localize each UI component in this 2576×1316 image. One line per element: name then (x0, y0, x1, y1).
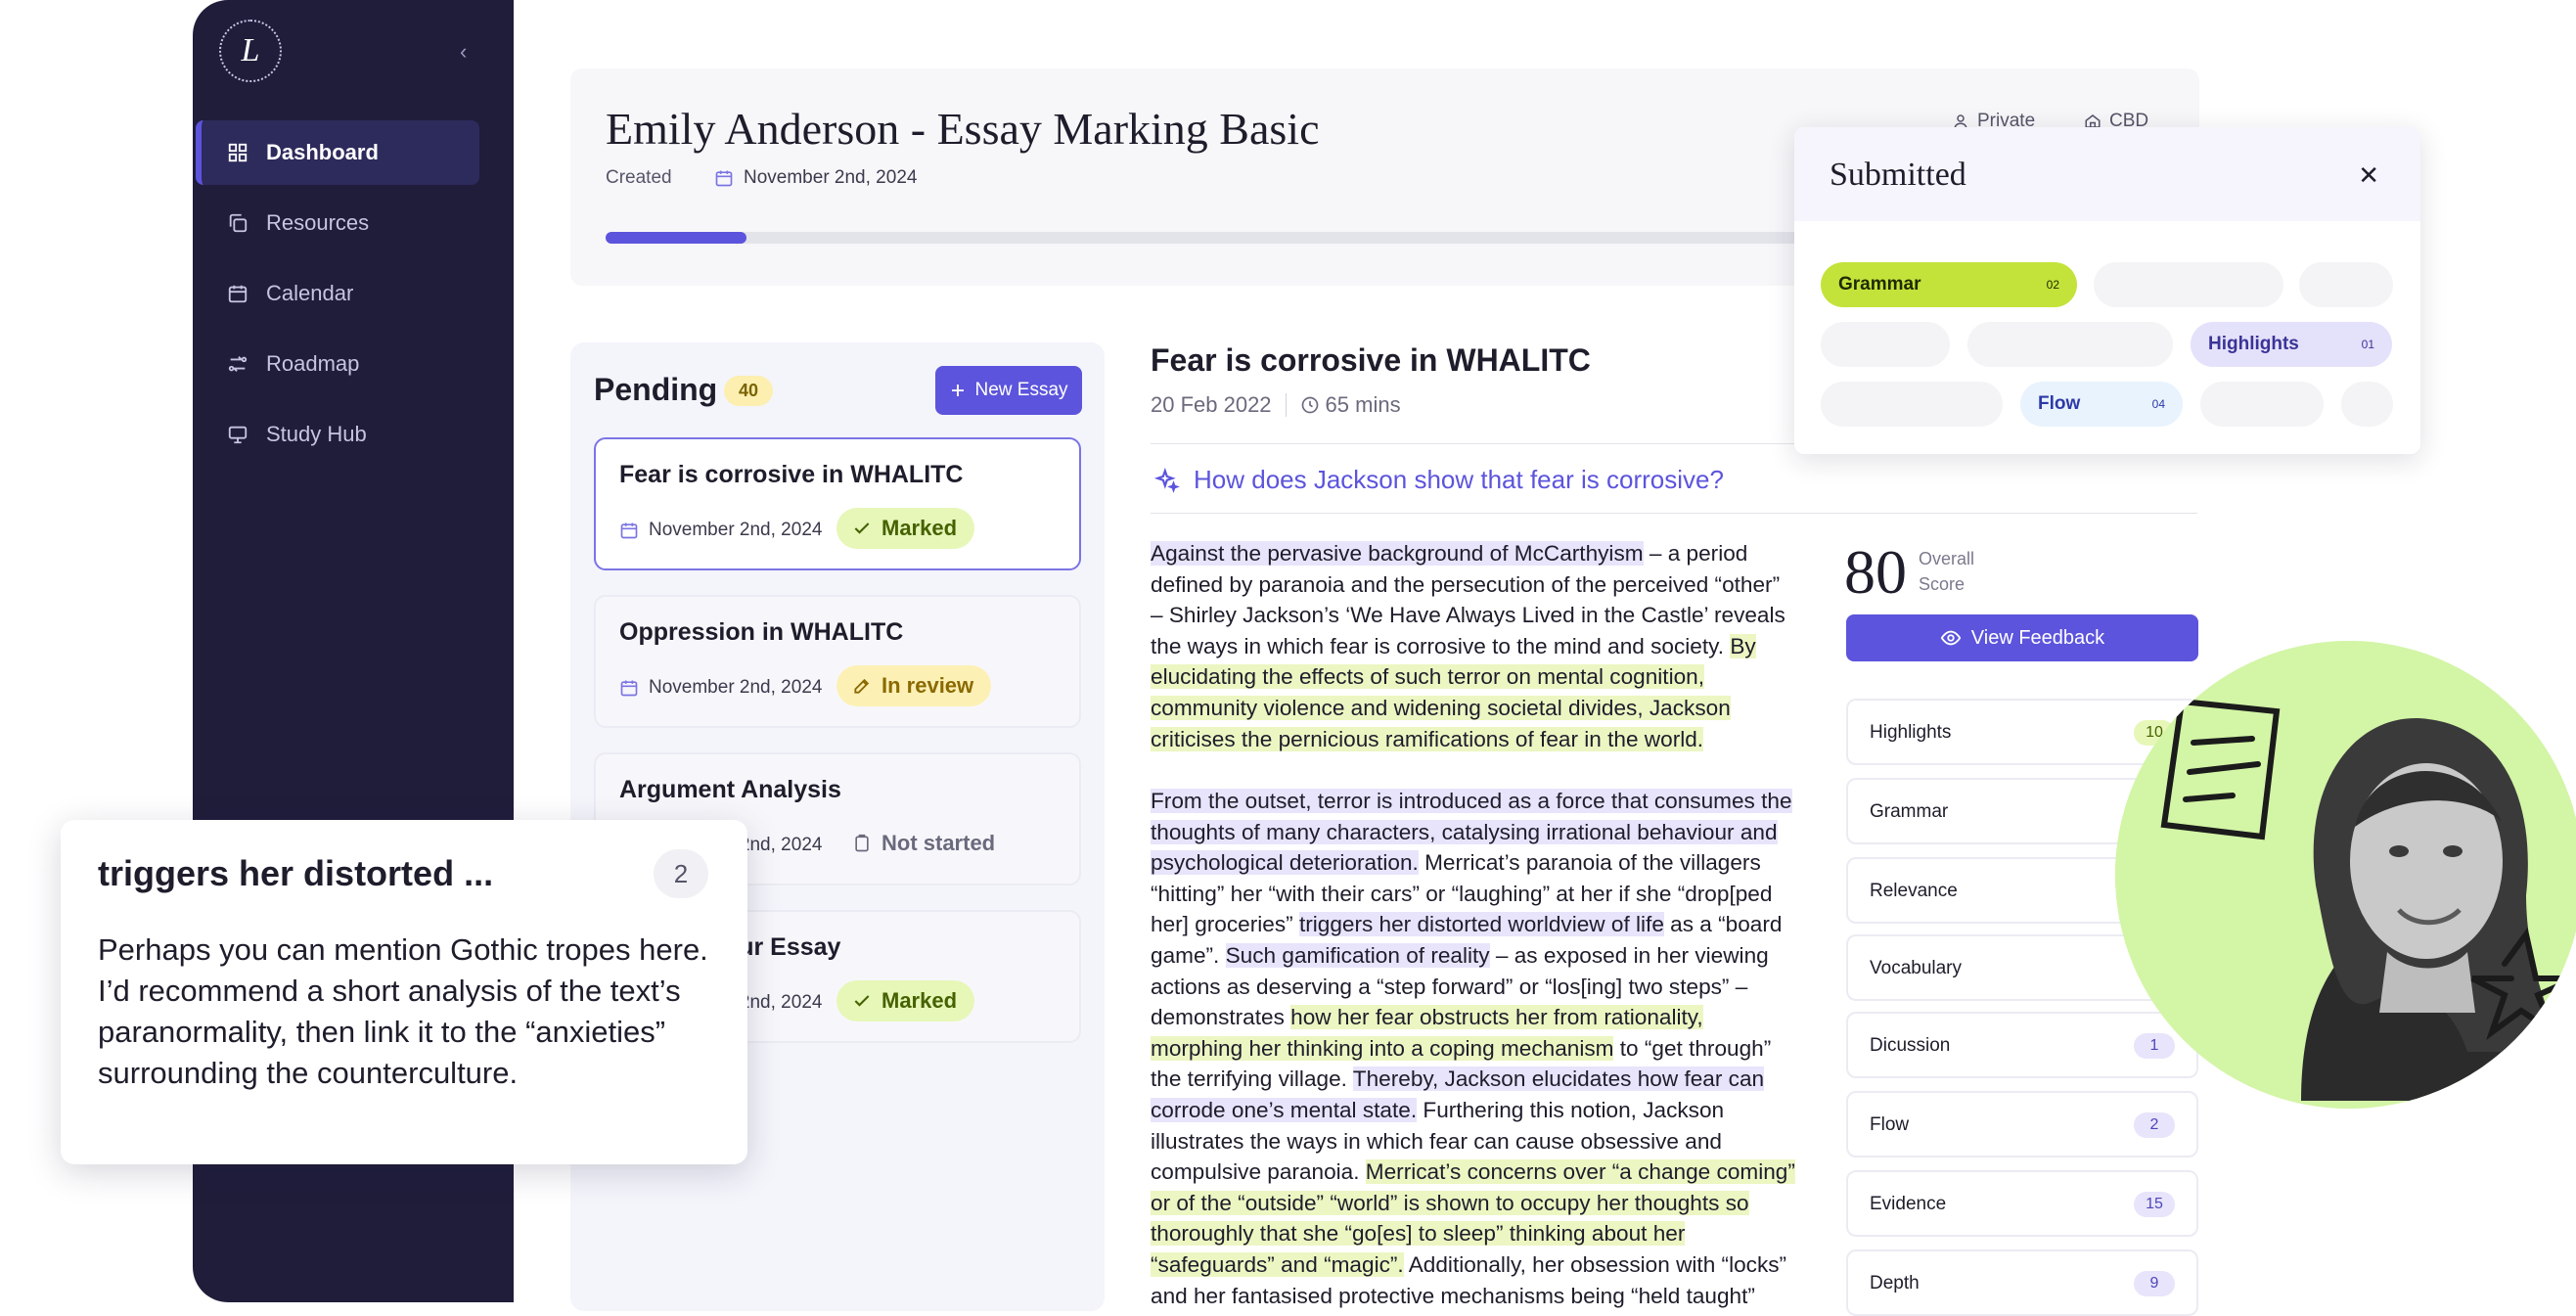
criteria-highlights[interactable]: Highlights 10 (1846, 699, 2198, 765)
sparkle-icon (1154, 467, 1180, 493)
calendar-icon (620, 522, 638, 539)
calendar-icon (715, 170, 733, 187)
progress-bar (606, 232, 1829, 244)
student-portrait (2115, 641, 2576, 1109)
criteria-count-badge: 2 (2134, 1112, 2175, 1138)
essay-card[interactable]: Oppression in WHALITC November 2nd, 2024… (594, 595, 1081, 728)
status-badge: In review (836, 665, 992, 706)
comment-body: Perhaps you can mention Gothic tropes he… (98, 932, 708, 1090)
plus-icon (952, 385, 965, 396)
sidebar-item-study-hub[interactable]: Study Hub (196, 402, 479, 467)
calendar-icon (620, 680, 638, 697)
submitted-popover: Submitted ✕ Grammar 02 Highlights 01 Flo… (1794, 127, 2420, 454)
criteria-depth[interactable]: Depth 9 (1846, 1249, 2198, 1316)
essay-meta: 20 Feb 2022 65 mins (1151, 392, 1401, 418)
criteria-flow[interactable]: Flow 2 (1846, 1091, 2198, 1157)
comment-title: triggers her distorted ... (98, 853, 494, 893)
essay-date: 20 Feb 2022 (1151, 392, 1272, 417)
criteria-evidence[interactable]: Evidence 15 (1846, 1170, 2198, 1237)
placeholder-chip (2094, 262, 2283, 307)
status-badge: Marked (836, 508, 975, 549)
sidebar-item-label: Dashboard (266, 140, 379, 164)
essay-title: Fear is corrosive in WHALITC (1151, 342, 1591, 378)
sidebar-item-label: Roadmap (266, 351, 360, 376)
sidebar-item-label: Resources (266, 210, 370, 235)
essay-question: How does Jackson show that fear is corro… (1154, 465, 1724, 495)
essay-card-date: November 2nd, 2024 (619, 520, 822, 541)
submitted-title: Submitted (1830, 157, 1966, 193)
status-badge: Marked (836, 980, 975, 1021)
new-essay-button[interactable]: New Essay (935, 366, 1082, 415)
copy-icon (229, 213, 248, 233)
check-icon (854, 522, 870, 534)
edit-icon (854, 678, 870, 694)
app-logo[interactable]: L (219, 20, 282, 82)
sidebar-item-label: Study Hub (266, 422, 367, 446)
essay-card-title: Oppression in WHALITC (619, 618, 904, 646)
page-title: Emily Anderson - Essay Marking Basic (606, 104, 1320, 154)
route-icon (228, 356, 248, 372)
criteria-count-badge: 15 (2134, 1192, 2175, 1217)
essay-card-title: Argument Analysis (619, 776, 841, 803)
sidebar-item-dashboard[interactable]: Dashboard (196, 120, 479, 185)
placeholder-chip (1967, 322, 2173, 367)
placeholder-chip (2200, 382, 2324, 427)
sidebar-item-label: Calendar (266, 281, 354, 305)
pending-count-badge: 40 (724, 376, 774, 406)
meta-separator (1285, 393, 1287, 417)
placeholder-chip (2341, 382, 2393, 427)
essay-paragraph-1: Against the pervasive background of McCa… (1151, 538, 1796, 754)
essay-card-date: November 2nd, 2024 (619, 677, 822, 699)
close-icon[interactable]: ✕ (2358, 160, 2379, 191)
check-icon (854, 995, 870, 1007)
criteria-count-badge: 9 (2134, 1271, 2175, 1296)
essay-card-title: Fear is corrosive in WHALITC (619, 461, 964, 488)
overall-score-label: Overall Score (1919, 549, 1975, 594)
eye-icon (1940, 630, 1962, 646)
sidebar-item-roadmap[interactable]: Roadmap (196, 332, 479, 396)
essay-paragraph-2: From the outset, terror is introduced as… (1151, 786, 1796, 1311)
monitor-icon (228, 426, 248, 444)
placeholder-chip (1821, 322, 1950, 367)
grid-icon (228, 143, 248, 162)
status-badge: Not started (836, 823, 1013, 864)
comment-popover: triggers her distorted ... 2 Perhaps you… (61, 820, 747, 1164)
created-label: Created (606, 167, 672, 188)
progress-bar-fill (606, 232, 746, 244)
sidebar-item-calendar[interactable]: Calendar (196, 261, 479, 326)
collapse-sidebar-icon[interactable]: ‹ (460, 39, 467, 65)
highlight-span[interactable]: Against the pervasive background of McCa… (1151, 541, 1644, 566)
essay-duration: 65 mins (1300, 392, 1401, 418)
placeholder-chip (1821, 382, 2003, 427)
divider (1151, 513, 2197, 514)
created-date: November 2nd, 2024 (714, 167, 917, 189)
calendar-icon (228, 285, 248, 303)
view-feedback-button[interactable]: View Feedback (1846, 614, 2198, 661)
tag-highlights[interactable]: Highlights 01 (2191, 322, 2392, 367)
criteria-count-badge: 1 (2134, 1033, 2175, 1059)
avatar (2115, 641, 2576, 1109)
clipboard-icon (855, 834, 869, 852)
comment-count-badge[interactable]: 2 (654, 849, 708, 898)
highlight-span[interactable]: Such gamification of reality (1225, 942, 1490, 968)
placeholder-chip (2299, 262, 2393, 307)
clock-icon (1301, 396, 1318, 414)
tag-grammar[interactable]: Grammar 02 (1821, 262, 2077, 307)
overall-score: 80 (1844, 537, 1907, 607)
essay-card[interactable]: Fear is corrosive in WHALITC November 2n… (594, 437, 1081, 570)
highlight-span[interactable]: triggers her distorted worldview of life (1298, 912, 1664, 937)
criteria-discussion[interactable]: Dicussion 1 (1846, 1012, 2198, 1078)
sidebar-item-resources[interactable]: Resources (196, 191, 479, 255)
pending-title: Pending (594, 372, 718, 407)
tag-flow[interactable]: Flow 04 (2020, 382, 2183, 427)
